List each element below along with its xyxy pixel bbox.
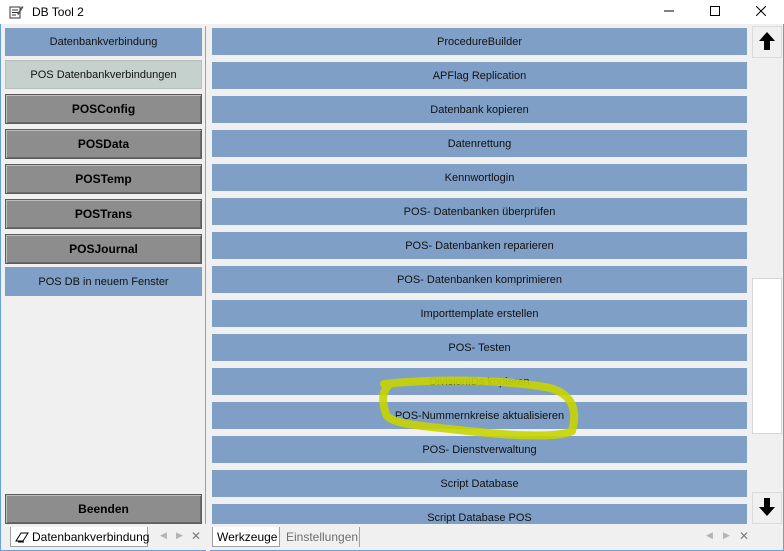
left-item-postemp[interactable]: POSTemp <box>5 164 202 194</box>
left-item-datenbankverbindung[interactable]: Datenbankverbindung <box>5 28 202 56</box>
notepad-pencil-icon <box>8 4 24 20</box>
scroll-down-button[interactable] <box>752 492 782 524</box>
maximize-icon <box>710 5 720 19</box>
left-item-pos-datenbankverbindungen[interactable]: POS Datenbankverbindungen <box>5 60 202 89</box>
tab-label: Datenbankverbindung <box>32 529 150 544</box>
right-tab-strip: Werkzeuge Einstellungen ◀ ▶ ✕ <box>210 526 783 550</box>
left-panel: Datenbankverbindung POS Datenbankverbind… <box>2 26 206 524</box>
scroll-up-button[interactable] <box>752 26 782 58</box>
left-item-posconfig[interactable]: POSConfig <box>5 94 202 124</box>
tab-scroll-left-icon[interactable]: ◀ <box>160 530 167 541</box>
tab-close-icon[interactable]: ✕ <box>191 529 201 543</box>
vertical-scrollbar[interactable] <box>750 26 783 524</box>
arrow-down-icon <box>759 497 775 519</box>
tab-close-icon[interactable]: ✕ <box>739 529 749 543</box>
highlight-annotation <box>379 376 579 440</box>
title-bar: DB Tool 2 <box>0 0 784 24</box>
tab-scroll-right-icon[interactable]: ▶ <box>723 530 730 541</box>
main-frame: Datenbankverbindung POS Datenbankverbind… <box>0 24 784 551</box>
close-icon <box>755 5 767 19</box>
arrow-up-icon <box>759 31 775 53</box>
tab-einstellungen[interactable]: Einstellungen <box>282 527 360 547</box>
left-tab-strip: Datenbankverbindung ◀ ▶ ✕ <box>2 526 206 550</box>
window-title: DB Tool 2 <box>32 5 84 19</box>
left-item-posjournal[interactable]: POSJournal <box>5 234 202 264</box>
scroll-thumb[interactable] <box>752 278 782 434</box>
tab-werkzeuge[interactable]: Werkzeuge <box>212 527 280 547</box>
minimize-button[interactable] <box>646 0 692 24</box>
tab-scroll-left-icon[interactable]: ◀ <box>706 530 713 541</box>
left-item-posdata[interactable]: POSData <box>5 129 202 159</box>
left-item-pos-db-neues-fenster[interactable]: POS DB in neuem Fenster <box>5 267 202 296</box>
connection-icon <box>15 531 29 543</box>
tab-datenbankverbindung[interactable]: Datenbankverbindung <box>10 527 150 547</box>
close-button[interactable] <box>738 0 784 24</box>
exit-button[interactable]: Beenden <box>5 494 202 524</box>
minimize-icon <box>664 6 674 19</box>
right-panel: ProcedureBuilder APFlag Replication Date… <box>210 26 783 524</box>
left-item-postrans[interactable]: POSTrans <box>5 199 202 229</box>
maximize-button[interactable] <box>692 0 738 24</box>
tab-scroll-right-icon[interactable]: ▶ <box>176 530 183 541</box>
